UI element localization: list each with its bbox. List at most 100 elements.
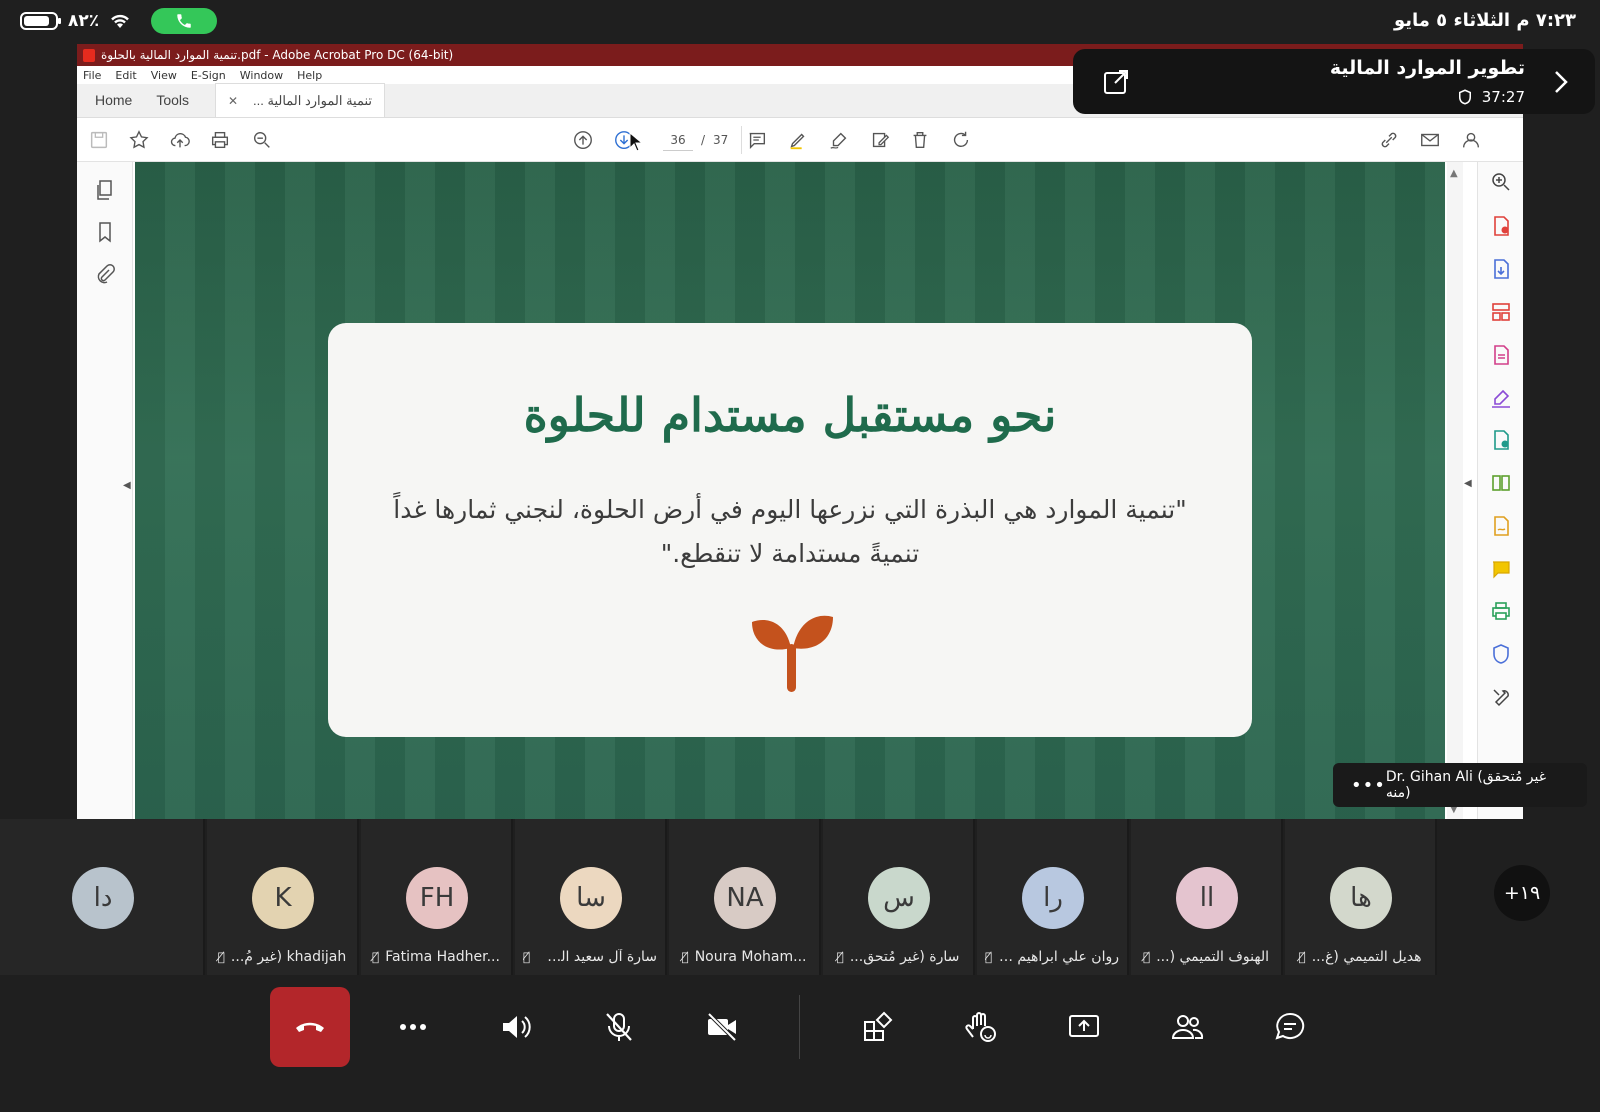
save-icon[interactable]	[87, 128, 111, 152]
end-call-button[interactable]	[270, 987, 350, 1067]
print-icon[interactable]	[208, 128, 232, 152]
muted-mic-icon: 🎙̸	[985, 950, 993, 964]
protect-shield-icon[interactable]	[1489, 642, 1513, 666]
participant-name-row: 🎙̸ سارة (غير مُتحق...	[831, 949, 965, 965]
edit-pdf-icon[interactable]	[1489, 343, 1513, 367]
tab-tools[interactable]: Tools	[144, 83, 201, 117]
menu-esign[interactable]: E-Sign	[191, 69, 226, 82]
more-tools-icon[interactable]	[1489, 685, 1513, 709]
mute-microphone-button[interactable]	[579, 987, 659, 1067]
page-total: 37	[713, 133, 729, 147]
menu-file[interactable]: File	[83, 69, 101, 82]
active-call-indicator[interactable]	[151, 8, 218, 34]
avatar: سا	[560, 867, 622, 929]
menu-help[interactable]: Help	[297, 69, 322, 82]
request-signatures-icon[interactable]	[1489, 514, 1513, 538]
participant-tile[interactable]: FH 🎙̸ Fatima Hadher...	[361, 819, 513, 975]
email-icon[interactable]	[1418, 128, 1442, 152]
more-options-icon[interactable]: •••	[1351, 775, 1386, 796]
edit-stamp-icon[interactable]	[868, 128, 892, 152]
muted-mic-icon: 🎙̸	[217, 950, 225, 964]
more-icon	[400, 1024, 426, 1030]
shield-icon	[1458, 89, 1471, 105]
document-scrollbar[interactable]: ▲ ▼	[1447, 162, 1463, 819]
compare-files-icon[interactable]	[1489, 471, 1513, 495]
sign-icon[interactable]	[827, 128, 851, 152]
tab-home[interactable]: Home	[83, 83, 144, 117]
print-production-icon[interactable]	[1489, 599, 1513, 623]
page-thumbnails-icon[interactable]	[93, 178, 117, 202]
participant-name-row: 🎙̸ الهنوف التميمي (...	[1139, 949, 1273, 965]
create-pdf-icon[interactable]	[1489, 214, 1513, 238]
avatar: س	[868, 867, 930, 929]
rotate-icon[interactable]	[949, 128, 973, 152]
presenter-label[interactable]: ••• Dr. Gihan Ali (غير مُتحقق منه)	[1333, 763, 1587, 807]
meeting-timer: 37:27	[1456, 87, 1525, 107]
collapse-left-icon[interactable]: ◀	[123, 480, 131, 491]
export-pdf-icon[interactable]	[1489, 257, 1513, 281]
highlight-pen-icon[interactable]	[786, 128, 810, 152]
slide-card: نحو مستقبل مستدام للحلوة "تنمية الموارد …	[328, 323, 1252, 737]
avatar: ها	[1330, 867, 1392, 929]
participant-tile[interactable]: K 🎙̸ khadijah (غير مُ...	[207, 819, 359, 975]
camera-toggle-button[interactable]	[682, 987, 762, 1067]
more-participants-button[interactable]: +١٩	[1494, 865, 1550, 921]
comment-icon[interactable]	[745, 128, 769, 152]
participant-tile[interactable]: ها 🎙̸ هديل التميمي (غ...	[1285, 819, 1437, 975]
star-icon[interactable]	[127, 128, 151, 152]
toolbar-divider	[741, 126, 742, 154]
send-for-review-icon[interactable]	[1489, 428, 1513, 452]
muted-mic-icon: 🎙̸	[523, 950, 531, 964]
participant-tile[interactable]: س 🎙̸ سارة (غير مُتحق...	[823, 819, 975, 975]
chat-button[interactable]	[1250, 987, 1330, 1067]
slide-title: نحو مستقبل مستدام للحلوة	[523, 388, 1057, 442]
page-number-input[interactable]: 36	[663, 129, 693, 151]
fill-sign-icon[interactable]	[1489, 386, 1513, 410]
call-controls	[0, 975, 1600, 1112]
participant-tile[interactable]: NA 🎙̸ Noura Moham...	[669, 819, 821, 975]
chevron-right-icon[interactable]	[1549, 67, 1573, 97]
more-actions-button[interactable]	[373, 987, 453, 1067]
share-screen-button[interactable]	[1044, 987, 1124, 1067]
participants-button[interactable]	[1147, 987, 1227, 1067]
participant-name-row: 🎙̸ khadijah (غير مُ...	[215, 949, 349, 965]
participant-tile[interactable]: سا 🎙̸ سارة آل سعيد الت...	[515, 819, 667, 975]
tab-document[interactable]: تنمية الموارد المالية ... ✕	[215, 83, 386, 117]
muted-mic-icon: 🎙̸	[1143, 950, 1151, 964]
close-icon[interactable]: ✕	[228, 94, 238, 108]
participant-name-row: 🎙̸ Fatima Hadher...	[369, 949, 503, 965]
speaker-button[interactable]	[476, 987, 556, 1067]
participant-tile[interactable]: را 🎙̸ روان علي ابراهيم ا...	[977, 819, 1129, 975]
menu-view[interactable]: View	[151, 69, 177, 82]
apps-button[interactable]	[838, 987, 918, 1067]
account-icon[interactable]	[1459, 128, 1483, 152]
organize-pages-icon[interactable]	[1489, 300, 1513, 324]
participant-tile[interactable]: دا	[0, 819, 205, 975]
zoom-out-icon[interactable]	[250, 128, 274, 152]
comment-tool-icon[interactable]	[1489, 557, 1513, 581]
previous-page-icon[interactable]	[571, 128, 595, 152]
menu-window[interactable]: Window	[240, 69, 283, 82]
participant-name-row: 🎙̸ روان علي ابراهيم ا...	[985, 949, 1119, 965]
participant-name: روان علي ابراهيم ا...	[998, 949, 1119, 965]
menu-edit[interactable]: Edit	[115, 69, 136, 82]
share-link-icon[interactable]	[1377, 128, 1401, 152]
bookmark-icon[interactable]	[93, 220, 117, 244]
battery-percent: ٨٢٪	[68, 11, 100, 31]
cloud-upload-icon[interactable]	[168, 128, 192, 152]
reactions-button[interactable]	[941, 987, 1021, 1067]
delete-icon[interactable]	[908, 128, 932, 152]
muted-mic-icon: 🎙̸	[681, 950, 689, 964]
avatar: FH	[406, 867, 468, 929]
wifi-icon	[111, 14, 130, 28]
participant-name-row: 🎙̸ هديل التميمي (غ...	[1293, 949, 1427, 965]
participant-tile[interactable]: اا 🎙̸ الهنوف التميمي (...	[1131, 819, 1283, 975]
zoom-in-tool-icon[interactable]	[1489, 170, 1513, 194]
meeting-banner[interactable]: تطوير الموارد المالية 37:27	[1073, 49, 1595, 114]
presentation-slide: نحو مستقبل مستدام للحلوة "تنمية الموارد …	[135, 162, 1445, 819]
muted-mic-icon: 🎙̸	[1298, 950, 1306, 964]
scroll-up-icon[interactable]: ▲	[1450, 168, 1458, 179]
attachment-icon[interactable]	[93, 262, 117, 286]
collapse-right-icon[interactable]: ◀	[1464, 478, 1472, 489]
open-external-icon[interactable]	[1101, 67, 1131, 97]
